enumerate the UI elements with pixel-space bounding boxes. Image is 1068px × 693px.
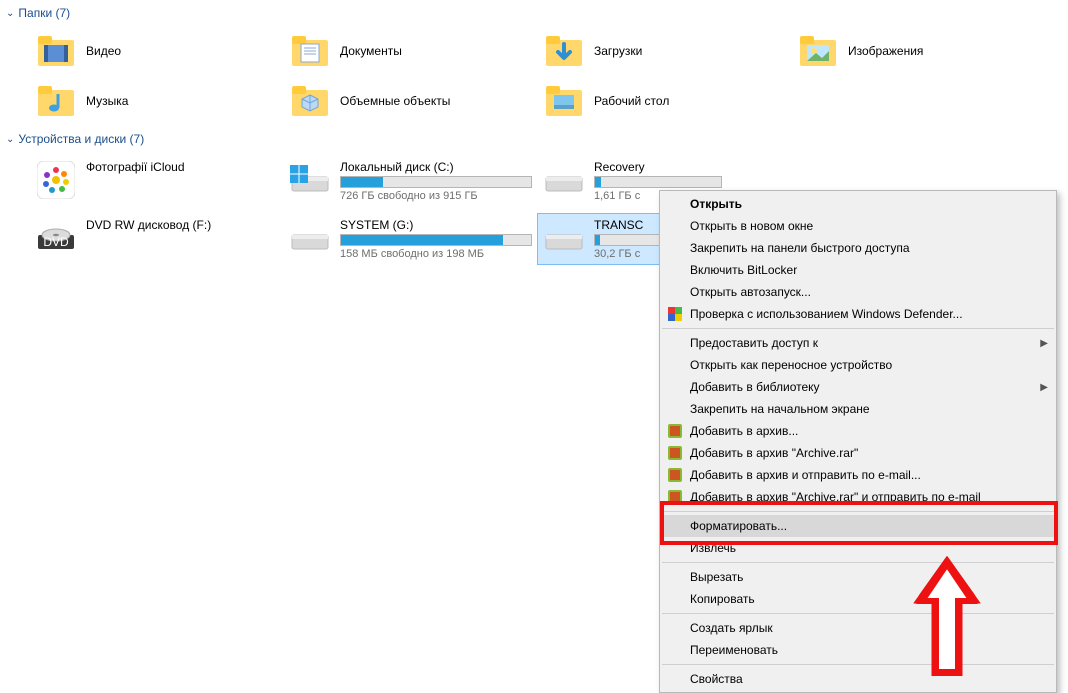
drive-name: Фотографії iCloud <box>86 160 278 174</box>
separator <box>662 613 1054 614</box>
drive-name: Локальный диск (C:) <box>340 160 532 174</box>
ctx-autoplay[interactable]: Открыть автозапуск... <box>660 281 1056 303</box>
ctx-open-new-window[interactable]: Открыть в новом окне <box>660 215 1056 237</box>
section-header-drives[interactable]: ⌄ Устройства и диски (7) <box>0 130 1068 148</box>
folder-item[interactable]: Рабочий стол <box>538 80 792 122</box>
folder-label: Изображения <box>848 44 923 58</box>
submenu-arrow-icon: ▶ <box>1040 382 1048 393</box>
ctx-open[interactable]: Открыть <box>660 193 1056 215</box>
folder-label: Объемные объекты <box>340 94 450 108</box>
ctx-rename[interactable]: Переименовать <box>660 639 1056 661</box>
drive-item-dvd[interactable]: DVD DVD RW дисковод (F:) <box>30 214 284 264</box>
ctx-rar-email[interactable]: Добавить в архив и отправить по e-mail..… <box>660 464 1056 486</box>
drive-icon <box>290 218 330 258</box>
winrar-icon <box>666 488 684 506</box>
folder-label: Видео <box>86 44 121 58</box>
drive-windows-icon <box>290 160 330 200</box>
svg-text:DVD: DVD <box>43 235 69 249</box>
drive-subtext: 726 ГБ свободно из 915 ГБ <box>340 190 532 202</box>
folder-label: Загрузки <box>594 44 642 58</box>
separator <box>662 511 1054 512</box>
ctx-format[interactable]: Форматировать... <box>660 515 1056 537</box>
chevron-down-icon: ⌄ <box>6 8 14 19</box>
folders-grid: Видео Документы Загрузки Изображения Муз… <box>0 22 1068 126</box>
ctx-cut[interactable]: Вырезать <box>660 566 1056 588</box>
ctx-shortcut[interactable]: Создать ярлык <box>660 617 1056 639</box>
drive-name: Recovery <box>594 160 722 174</box>
desktop-folder-icon <box>544 84 584 118</box>
section-header-folders[interactable]: ⌄ Папки (7) <box>0 4 1068 22</box>
ctx-properties[interactable]: Свойства <box>660 668 1056 690</box>
submenu-arrow-icon: ▶ <box>1040 338 1048 349</box>
capacity-bar <box>340 176 532 188</box>
context-menu: Открыть Открыть в новом окне Закрепить н… <box>659 190 1057 693</box>
ctx-copy[interactable]: Копировать <box>660 588 1056 610</box>
folder-item[interactable]: Изображения <box>792 30 1046 72</box>
section-title: Папки <box>18 6 52 20</box>
ctx-pin-start[interactable]: Закрепить на начальном экране <box>660 398 1056 420</box>
dvd-drive-icon: DVD <box>36 218 76 258</box>
drive-name: DVD RW дисковод (F:) <box>86 218 278 232</box>
winrar-icon <box>666 444 684 462</box>
separator <box>662 328 1054 329</box>
drive-item-c[interactable]: Локальный диск (C:) 726 ГБ свободно из 9… <box>284 156 538 206</box>
pictures-folder-icon <box>798 34 838 68</box>
drive-item-icloud[interactable]: Фотографії iCloud <box>30 156 284 206</box>
folder-item[interactable]: Документы <box>284 30 538 72</box>
video-folder-icon <box>36 34 76 68</box>
shield-icon <box>666 305 684 323</box>
folder-item[interactable]: Музыка <box>30 80 284 122</box>
chevron-down-icon: ⌄ <box>6 134 14 145</box>
folder-item[interactable]: Объемные объекты <box>284 80 538 122</box>
documents-folder-icon <box>290 34 330 68</box>
folder-label: Музыка <box>86 94 128 108</box>
folder-label: Рабочий стол <box>594 94 669 108</box>
ctx-rar-add[interactable]: Добавить в архив... <box>660 420 1056 442</box>
separator <box>662 664 1054 665</box>
section-count: (7) <box>130 132 145 146</box>
capacity-bar <box>340 234 532 246</box>
separator <box>662 562 1054 563</box>
ctx-rar-add-named[interactable]: Добавить в архив "Archive.rar" <box>660 442 1056 464</box>
3d-folder-icon <box>290 84 330 118</box>
drive-subtext: 158 МБ свободно из 198 МБ <box>340 248 532 260</box>
drive-item-system-g[interactable]: SYSTEM (G:) 158 МБ свободно из 198 МБ <box>284 214 538 264</box>
folder-item[interactable]: Загрузки <box>538 30 792 72</box>
ctx-pin-quick-access[interactable]: Закрепить на панели быстрого доступа <box>660 237 1056 259</box>
drive-icon <box>544 218 584 258</box>
music-folder-icon <box>36 84 76 118</box>
winrar-icon <box>666 466 684 484</box>
drive-name: SYSTEM (G:) <box>340 218 532 232</box>
section-count: (7) <box>55 6 70 20</box>
capacity-bar <box>594 176 722 188</box>
drive-icon <box>544 160 584 200</box>
ctx-defender[interactable]: Проверка с использованием Windows Defend… <box>660 303 1056 325</box>
icloud-photos-icon <box>36 160 76 200</box>
section-title: Устройства и диски <box>18 132 126 146</box>
ctx-bitlocker[interactable]: Включить BitLocker <box>660 259 1056 281</box>
ctx-library[interactable]: Добавить в библиотеку▶ <box>660 376 1056 398</box>
ctx-eject[interactable]: Извлечь <box>660 537 1056 559</box>
winrar-icon <box>666 422 684 440</box>
folder-item[interactable]: Видео <box>30 30 284 72</box>
folder-label: Документы <box>340 44 402 58</box>
downloads-folder-icon <box>544 34 584 68</box>
ctx-rar-email-named[interactable]: Добавить в архив "Archive.rar" и отправи… <box>660 486 1056 508</box>
ctx-share[interactable]: Предоставить доступ к▶ <box>660 332 1056 354</box>
ctx-portable[interactable]: Открыть как переносное устройство <box>660 354 1056 376</box>
